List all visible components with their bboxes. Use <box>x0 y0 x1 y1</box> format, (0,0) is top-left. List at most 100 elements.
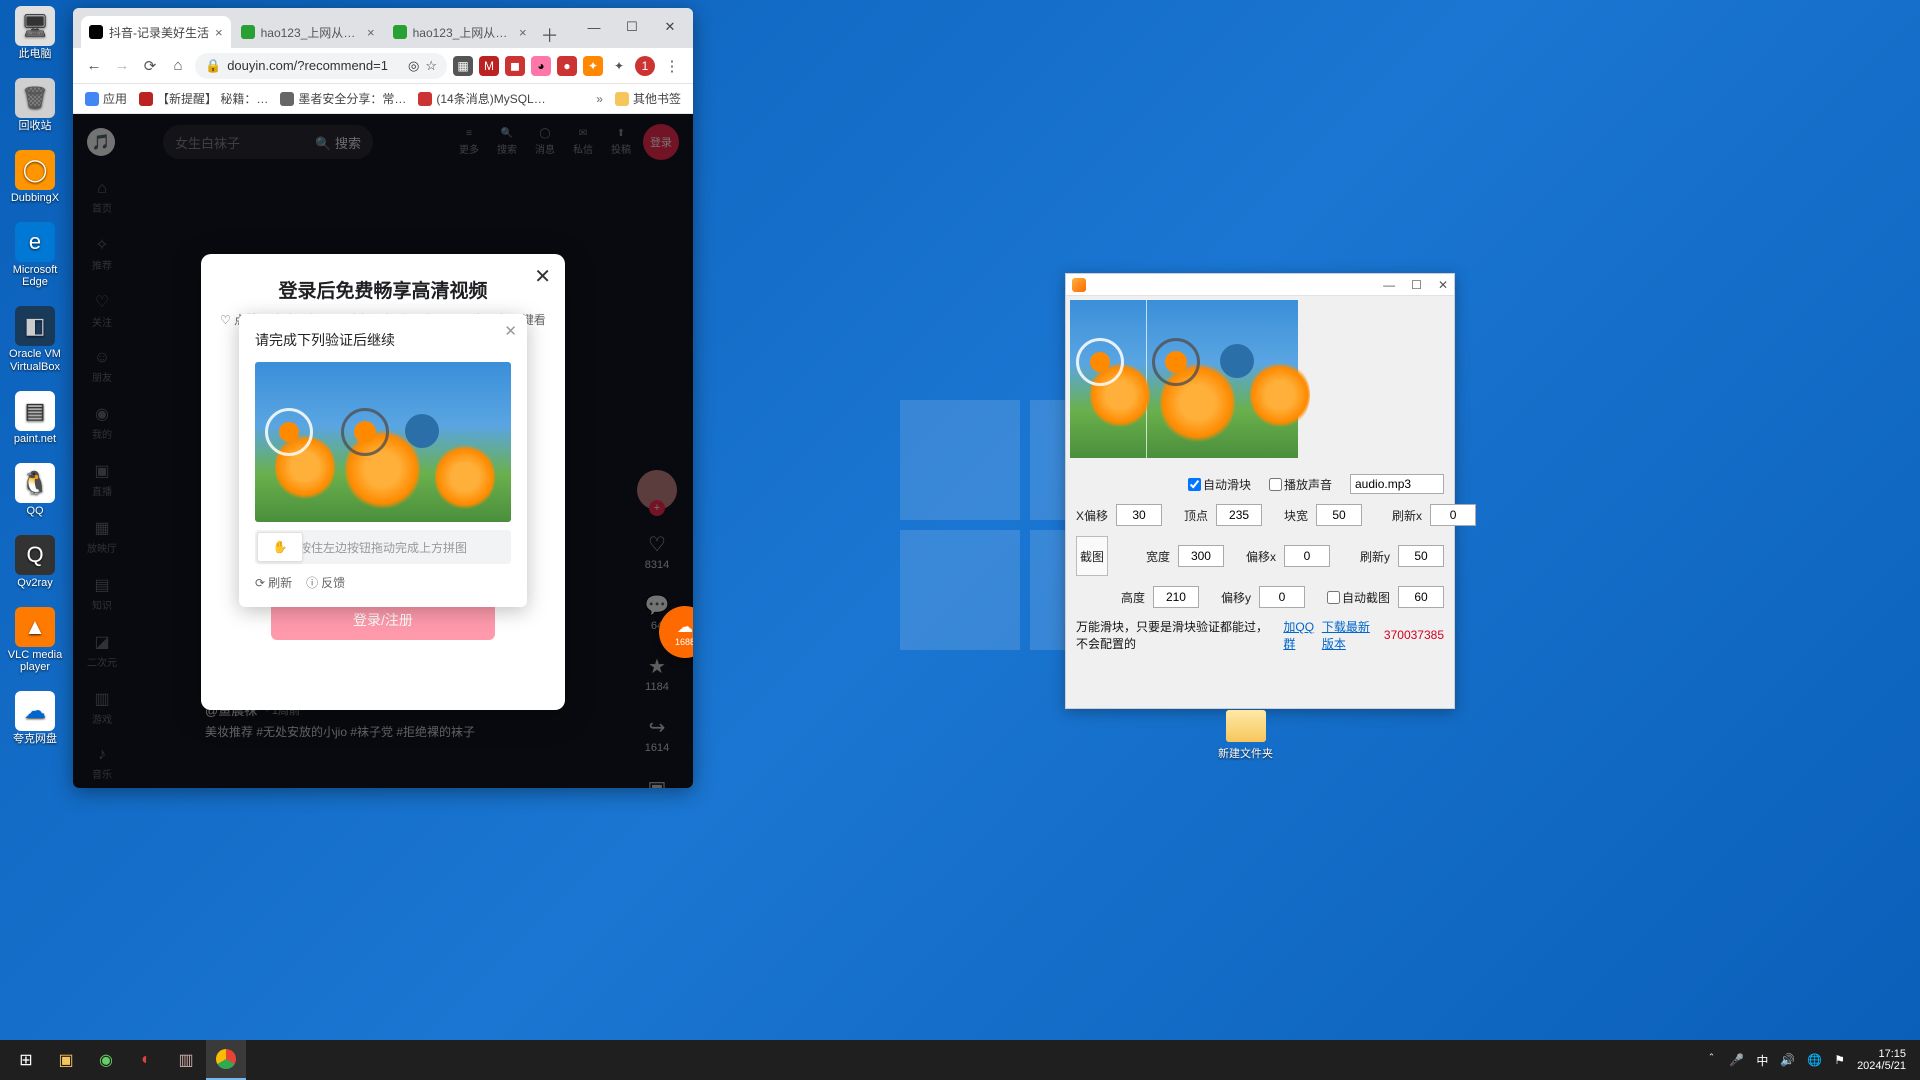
desktop-icon-dubbingx[interactable]: ◯DubbingX <box>6 150 64 204</box>
bookmark-item[interactable]: 墨者安全分享：常… <box>280 90 406 107</box>
taskbar-explorer[interactable]: ▣ <box>46 1040 86 1080</box>
ext-icon[interactable]: M <box>479 56 499 76</box>
tab-close-icon[interactable]: × <box>367 25 375 40</box>
address-bar[interactable]: 🔒 douyin.com/?recommend=1 ◎ ☆ <box>195 53 447 79</box>
home-button[interactable]: ⌂ <box>167 55 189 77</box>
bookmark-item[interactable]: 【新提醒】 秘籍：… <box>139 90 268 107</box>
refreshy-input[interactable] <box>1398 545 1444 567</box>
login-title: 登录后免费畅享高清视频 <box>201 276 565 303</box>
width-input[interactable] <box>1178 545 1224 567</box>
offy-input[interactable] <box>1259 586 1305 608</box>
desktop-icon-recycle[interactable]: 🗑回收站 <box>6 78 64 132</box>
bookmarks-overflow[interactable]: » <box>596 92 603 106</box>
chrome-toolbar: ← → ⟳ ⌂ 🔒 douyin.com/?recommend=1 ◎ ☆ ▦ M ◼… <box>73 48 693 84</box>
captcha-feedback-button[interactable]: ⓘ 反馈 <box>306 574 345 591</box>
new-tab-button[interactable]: ＋ <box>537 22 563 48</box>
ext-icon[interactable]: ◕ <box>531 56 551 76</box>
taskbar-app[interactable]: ◐ <box>126 1040 166 1080</box>
chrome-tabstrip: 抖音-记录美好生活× hao123_上网从这里开始× hao123_上网从这里开… <box>73 8 693 48</box>
douyin-page: 🎵 女生白袜子🔍 搜索 ≡更多 🔍搜索 ◯消息 ✉私信 ⬆投稿 登录 ⌂首页 ✧… <box>73 114 693 788</box>
tool-titlebar: — ☐ ✕ <box>1066 274 1454 296</box>
slider-handle[interactable]: ✋ <box>257 532 303 562</box>
auto-capture-checkbox[interactable]: 自动截图 <box>1327 589 1390 606</box>
audio-path-input[interactable] <box>1350 474 1444 494</box>
desktop-icon-newfolder[interactable]: 新建文件夹 <box>1218 710 1273 761</box>
qq-group-number[interactable]: 370037385 <box>1384 628 1444 642</box>
slider-piece-icon <box>265 408 313 456</box>
lock-icon: 🔒 <box>205 58 221 74</box>
chrome-window: 抖音-记录美好生活× hao123_上网从这里开始× hao123_上网从这里开… <box>73 8 693 788</box>
tab-douyin[interactable]: 抖音-记录美好生活× <box>81 16 231 48</box>
desktop-icon-vlc[interactable]: ▲VLC media player <box>6 607 64 673</box>
apps-button[interactable]: 应用 <box>85 90 127 107</box>
slider-slot-icon <box>405 414 439 448</box>
tray-ime-icon[interactable]: 中 <box>1756 1052 1768 1069</box>
ext-icon[interactable]: ✦ <box>583 56 603 76</box>
taskbar-app[interactable]: ▥ <box>166 1040 206 1080</box>
desktop-icon-quark[interactable]: ☁夸克网盘 <box>6 691 64 745</box>
tab-close-icon[interactable]: × <box>519 25 527 40</box>
tray-flag-icon[interactable]: ⚑ <box>1834 1053 1845 1067</box>
desktop-icon-edge[interactable]: eMicrosoft Edge <box>6 222 64 288</box>
slider-track[interactable]: 按住左边按钮拖动完成上方拼图 ✋ <box>255 530 511 564</box>
slider-hint: 按住左边按钮拖动完成上方拼图 <box>299 539 467 556</box>
window-close-button[interactable]: ✕ <box>651 12 689 42</box>
ext-icon[interactable]: ▦ <box>453 56 473 76</box>
ext-icon[interactable]: ● <box>557 56 577 76</box>
window-minimize-button[interactable]: — <box>1383 278 1395 292</box>
close-icon[interactable]: ✕ <box>504 322 517 340</box>
tray-mic-icon[interactable]: 🎤 <box>1729 1053 1744 1067</box>
slider-tool-window: — ☐ ✕ 自动滑块 播放声音 X偏移 顶点 块宽 刷新x 截图 宽度 偏移x 刷新… <box>1065 273 1455 709</box>
url-text: douyin.com/?recommend=1 <box>227 58 388 73</box>
other-bookmarks[interactable]: 其他书签 <box>615 90 681 107</box>
desktop-icon-qv2ray[interactable]: QQv2ray <box>6 535 64 589</box>
height-input[interactable] <box>1153 586 1199 608</box>
back-button[interactable]: ← <box>83 55 105 77</box>
taskbar-clock[interactable]: 17:152024/5/21 <box>1857 1048 1906 1072</box>
extensions-button[interactable]: ✦ <box>609 56 629 76</box>
tool-footer: 万能滑块，只要是滑块验证都能过，不会配置的 加QQ群 下载最新版本 370037… <box>1066 612 1454 658</box>
auto-slide-checkbox[interactable]: 自动滑块 <box>1188 476 1251 493</box>
desktop-icon-virtualbox[interactable]: ◧Oracle VM VirtualBox <box>6 306 64 372</box>
taskbar: ⊞ ▣ ◉ ◐ ▥ ＾ 🎤 中 🔊 🌐 ⚑ 17:152024/5/21 <box>0 1040 1920 1080</box>
refreshx-input[interactable] <box>1430 504 1476 526</box>
window-close-button[interactable]: ✕ <box>1438 278 1448 292</box>
ext-icon[interactable]: ◼ <box>505 56 525 76</box>
play-sound-checkbox[interactable]: 播放声音 <box>1269 476 1332 493</box>
tab-close-icon[interactable]: × <box>215 25 223 40</box>
desktop-icon-thispc[interactable]: 🖥此电脑 <box>6 6 64 60</box>
reload-button[interactable]: ⟳ <box>139 55 161 77</box>
profile-avatar[interactable]: 1 <box>635 56 655 76</box>
captcha-refresh-button[interactable]: ⟳ 刷新 <box>255 574 292 591</box>
top-input[interactable] <box>1216 504 1262 526</box>
tool-form: 自动滑块 播放声音 X偏移 顶点 块宽 刷新x 截图 宽度 偏移x 刷新y 高度… <box>1066 458 1454 612</box>
bookmark-item[interactable]: (14条消息)MySQL… <box>418 90 545 107</box>
tool-preview-image <box>1070 300 1298 458</box>
start-button[interactable]: ⊞ <box>6 1040 46 1080</box>
tray-volume-icon[interactable]: 🔊 <box>1780 1053 1795 1067</box>
window-maximize-button[interactable]: ☐ <box>613 12 651 42</box>
folder-icon <box>1226 710 1266 742</box>
close-icon[interactable]: ✕ <box>534 264 551 289</box>
offx-input[interactable] <box>1284 545 1330 567</box>
desktop-icon-paintnet[interactable]: ▤paint.net <box>6 391 64 445</box>
window-minimize-button[interactable]: — <box>575 12 613 42</box>
chrome-menu-button[interactable]: ⋮ <box>661 55 683 77</box>
autocap-interval-input[interactable] <box>1398 586 1444 608</box>
tab-hao123-2[interactable]: hao123_上网从这里开始× <box>385 16 535 48</box>
blockw-input[interactable] <box>1316 504 1362 526</box>
taskbar-chrome[interactable] <box>206 1040 246 1080</box>
download-latest-link[interactable]: 下载最新版本 <box>1322 618 1380 652</box>
window-maximize-button[interactable]: ☐ <box>1411 278 1422 292</box>
taskbar-app[interactable]: ◉ <box>86 1040 126 1080</box>
tab-hao123-1[interactable]: hao123_上网从这里开始× <box>233 16 383 48</box>
desktop-icon-qq[interactable]: 🐧QQ <box>6 463 64 517</box>
capture-button[interactable]: 截图 <box>1076 536 1108 576</box>
xoffset-input[interactable] <box>1116 504 1162 526</box>
bookmark-star-icon[interactable]: ☆ <box>425 58 437 74</box>
tray-network-icon[interactable]: 🌐 <box>1807 1053 1822 1067</box>
tray-chevron-icon[interactable]: ＾ <box>1705 1052 1717 1069</box>
reader-icon[interactable]: ◎ <box>408 58 419 74</box>
forward-button[interactable]: → <box>111 55 133 77</box>
join-qq-link[interactable]: 加QQ群 <box>1283 618 1317 652</box>
